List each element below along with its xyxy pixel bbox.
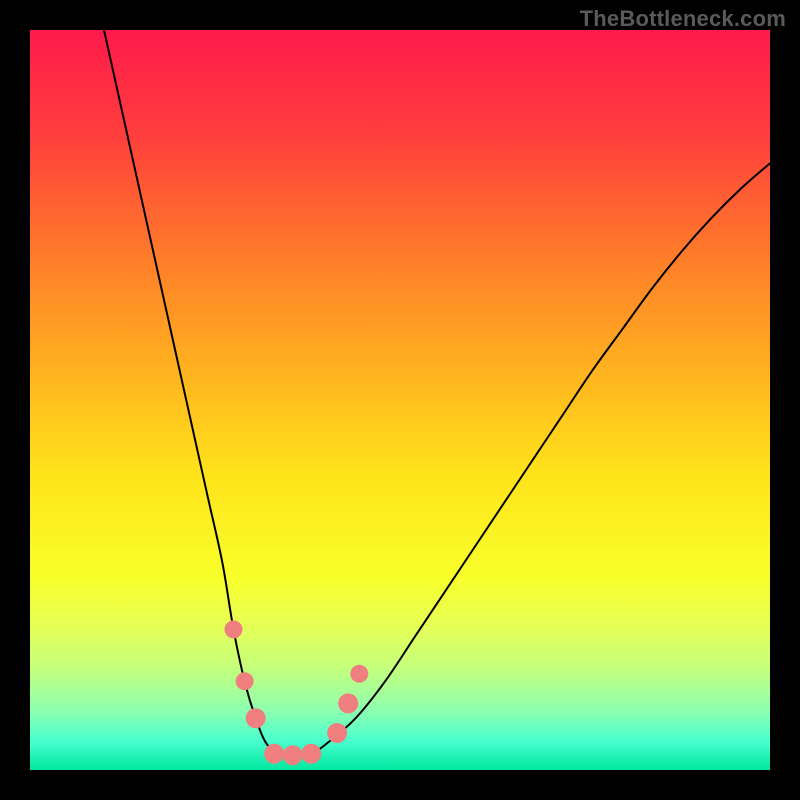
marker-right-cluster-1 xyxy=(327,723,347,743)
watermark-text: TheBottleneck.com xyxy=(580,6,786,32)
chart-svg xyxy=(30,30,770,770)
marker-bottom-2 xyxy=(283,745,303,765)
marker-right-cluster-2 xyxy=(338,693,358,713)
marker-group xyxy=(225,620,369,765)
marker-left-cluster-2 xyxy=(236,672,254,690)
marker-bottom-1 xyxy=(264,744,284,764)
outer-frame: TheBottleneck.com xyxy=(0,0,800,800)
bottleneck-curve xyxy=(104,30,770,756)
marker-left-cluster-3 xyxy=(246,708,266,728)
marker-bottom-3 xyxy=(301,744,321,764)
marker-right-cluster-3 xyxy=(350,665,368,683)
marker-left-cluster-1 xyxy=(225,620,243,638)
